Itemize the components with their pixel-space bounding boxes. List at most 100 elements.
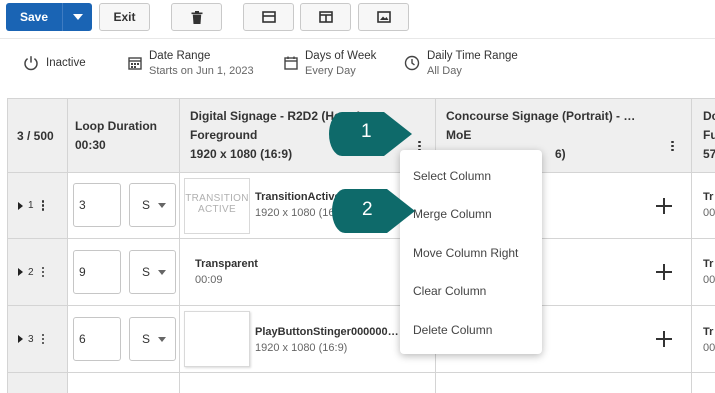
callout-badge-2: 2 — [331, 188, 416, 234]
add-icon[interactable] — [656, 264, 672, 280]
duration-unit-select[interactable]: S — [129, 317, 176, 361]
daily-time-range-value: All Day — [427, 64, 462, 77]
column-subtitle: Foreground — [190, 128, 258, 142]
toolbar: Save Exit — [0, 0, 715, 36]
item-count: 3 / 500 — [17, 129, 54, 143]
expand-icon[interactable] — [18, 201, 23, 210]
daily-time-range-label: Daily Time Range — [427, 49, 518, 62]
daily-time-range-filter[interactable]: Daily Time Range All Day — [404, 39, 518, 87]
duration-unit-select[interactable]: S — [129, 183, 176, 227]
duration-cell: 9 S — [68, 239, 180, 306]
active-toggle[interactable]: Inactive — [23, 39, 86, 87]
partial-cell[interactable]: Tr 00 — [692, 306, 715, 373]
row-number: 1 — [28, 200, 34, 211]
add-icon[interactable] — [656, 198, 672, 214]
date-range-label: Date Range — [149, 49, 211, 62]
media-cell[interactable]: PlayButtonStinger000000… 1920 x 1080 (16… — [180, 306, 436, 373]
exit-button[interactable]: Exit — [99, 3, 150, 31]
column-layout-button[interactable] — [300, 3, 351, 31]
duration-input[interactable]: 6 — [73, 317, 121, 361]
delete-button[interactable] — [171, 3, 222, 31]
row-number: 2 — [28, 266, 34, 278]
date-range-value: Starts on Jun 1, 2023 — [149, 64, 254, 77]
thumbnail-caption: TRANSITION ACTIVE — [185, 193, 249, 215]
menu-item-merge-column[interactable]: Merge Column — [413, 207, 492, 221]
column-context-menu: Select Column Merge Column Move Column R… — [400, 150, 542, 354]
partial-cell[interactable]: Tr 00 — [692, 239, 715, 306]
callout-number: 2 — [362, 199, 373, 220]
layout-rows-icon — [261, 11, 276, 23]
count-header: 3 / 500 — [8, 99, 68, 173]
duration-cell — [68, 373, 180, 393]
duration-unit-select[interactable]: S — [129, 250, 176, 294]
column-header-partial[interactable]: Dc Fu 57 — [692, 99, 715, 173]
row-layout-button[interactable] — [243, 3, 294, 31]
media-cell[interactable]: Transparent 00:09 — [180, 239, 436, 306]
media-sub: 00 — [703, 207, 715, 219]
loop-duration-header: Loop Duration 00:30 — [68, 99, 180, 173]
caret-down-icon — [72, 14, 83, 20]
save-split-button[interactable]: Save — [6, 3, 92, 31]
date-range-filter[interactable]: Date Range Starts on Jun 1, 2023 — [128, 39, 254, 87]
power-icon — [23, 55, 39, 71]
column-resolution: 1920 x 1080 (16:9) — [190, 147, 293, 161]
media-name: Tr — [703, 258, 714, 270]
duration-unit-value: S — [142, 332, 151, 346]
schedule-status-bar: Inactive Date Range Starts on Jun 1, 202… — [0, 38, 715, 86]
duration-input[interactable]: 9 — [73, 250, 121, 294]
days-of-week-value: Every Day — [305, 64, 356, 77]
media-resolution: 1920 x 1080 (16:9) — [255, 342, 348, 354]
menu-item-select-column[interactable]: Select Column — [413, 169, 491, 183]
media-sub: 00 — [703, 274, 715, 286]
callout-number: 1 — [361, 121, 372, 142]
media-duration: 00:09 — [195, 274, 223, 286]
partial-cell[interactable]: Tr 00 — [692, 173, 715, 239]
more-vertical-icon[interactable] — [41, 200, 45, 211]
caret-down-icon — [158, 203, 166, 208]
column-menu-button[interactable] — [663, 130, 674, 151]
column-title: Dc — [703, 109, 715, 123]
media-cell[interactable] — [180, 373, 436, 393]
image-button[interactable] — [358, 3, 409, 31]
save-dropdown-button[interactable] — [62, 3, 92, 31]
media-name: Tr — [703, 191, 714, 203]
layout-columns-icon — [318, 11, 333, 23]
column-subtitle: Fu — [703, 128, 715, 142]
clock-icon — [404, 55, 420, 71]
empty-cell[interactable] — [436, 373, 692, 393]
days-of-week-filter[interactable]: Days of Week Every Day — [284, 39, 376, 87]
menu-item-clear-column[interactable]: Clear Column — [413, 284, 486, 298]
expand-icon[interactable] — [18, 268, 23, 276]
duration-cell: 3 S — [68, 173, 180, 239]
media-name: Tr — [703, 326, 714, 338]
duration-input[interactable]: 3 — [73, 183, 121, 227]
column-resolution: 57 — [703, 147, 715, 161]
media-thumbnail — [184, 311, 250, 367]
calendar-icon — [284, 56, 298, 70]
expand-icon[interactable] — [18, 335, 23, 343]
more-vertical-icon — [671, 140, 674, 151]
row-handle[interactable]: 3 — [8, 306, 68, 373]
media-name: Transparent — [195, 258, 258, 270]
column-subtitle: MoE — [446, 128, 472, 142]
add-icon[interactable] — [656, 331, 672, 347]
caret-down-icon — [158, 270, 166, 275]
media-sub: 00 — [703, 342, 715, 354]
row-handle[interactable]: 2 — [8, 239, 68, 306]
row-handle[interactable] — [8, 373, 68, 393]
duration-unit-value: S — [142, 265, 151, 279]
column-title: Concourse Signage (Portrait) - … — [446, 109, 636, 123]
save-button[interactable]: Save — [6, 3, 62, 31]
more-vertical-icon[interactable] — [41, 333, 45, 345]
menu-item-delete-column[interactable]: Delete Column — [413, 323, 492, 337]
row-handle[interactable]: 1 — [8, 173, 68, 239]
trash-icon — [191, 10, 202, 24]
menu-item-move-column-right[interactable]: Move Column Right — [413, 246, 518, 260]
partial-cell[interactable] — [692, 373, 715, 393]
media-thumbnail: TRANSITION ACTIVE — [184, 178, 250, 234]
caret-down-icon — [158, 337, 166, 342]
loop-duration-label: Loop Duration — [75, 119, 157, 133]
duration-cell: 6 S — [68, 306, 180, 373]
more-vertical-icon[interactable] — [41, 266, 45, 278]
active-status-label: Inactive — [46, 56, 86, 69]
